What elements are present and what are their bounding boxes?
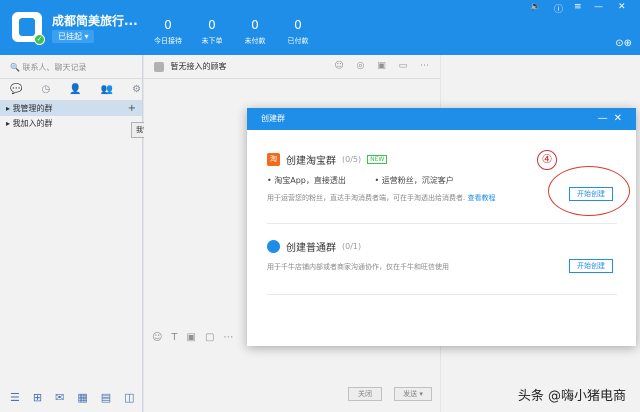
- watermark: 头条 @嗨小猪电商: [517, 389, 626, 404]
- header-bar: ✓ 成都简美旅行... 已挂起 ▾ 0 今日接待 0 未下单 0 未付款 0 已付款 🔈…: [0, 0, 640, 55]
- dialog-close-icon[interactable]: ✕: [614, 113, 628, 124]
- dialog-minimize-icon[interactable]: —: [598, 113, 614, 124]
- taobao-icon: 淘: [267, 153, 280, 166]
- taobao-group-option: 淘 创建淘宝群 (0/5) NEW • 淘宝App，直接透出 • 运营粉丝，沉淀…: [267, 153, 496, 202]
- menu-icon[interactable]: ≡: [574, 2, 582, 12]
- tutorial-link[interactable]: 查看教程: [467, 194, 495, 202]
- shop-name[interactable]: 成都简美旅行...: [52, 12, 138, 29]
- dialog-title: 创建群: [261, 114, 285, 123]
- stat-today[interactable]: 0 今日接待: [146, 18, 190, 46]
- new-badge: NEW: [367, 155, 388, 164]
- minimize-icon[interactable]: —: [594, 2, 603, 12]
- close-icon[interactable]: ✕: [618, 2, 626, 12]
- create-normal-group-button[interactable]: 开始创建: [569, 259, 613, 273]
- check-icon: ✓: [34, 34, 45, 45]
- stat-unpaid[interactable]: 0 未付款: [233, 18, 277, 46]
- group-icon: [267, 240, 280, 253]
- normal-group-option: 创建普通群 (0/1) 用于千牛店铺内部或者商家沟通协作，仅在千牛和旺信使用: [267, 240, 449, 271]
- highlight-ring: [548, 166, 630, 216]
- stat-no-order[interactable]: 0 未下单: [190, 18, 234, 46]
- step-annotation: ④: [537, 150, 557, 170]
- help-icon[interactable]: ⓘ: [554, 2, 563, 15]
- stat-paid[interactable]: 0 已付款: [276, 18, 320, 46]
- add-circle-icon[interactable]: ⊙⊕: [615, 38, 632, 49]
- shop-logo[interactable]: ✓: [12, 12, 45, 45]
- status-dropdown[interactable]: 已挂起 ▾: [52, 30, 94, 43]
- create-group-dialog: 创建群 —✕ 淘 创建淘宝群 (0/5) NEW • 淘宝App，直接透出 • …: [247, 108, 636, 346]
- sound-icon[interactable]: 🔈: [530, 2, 541, 12]
